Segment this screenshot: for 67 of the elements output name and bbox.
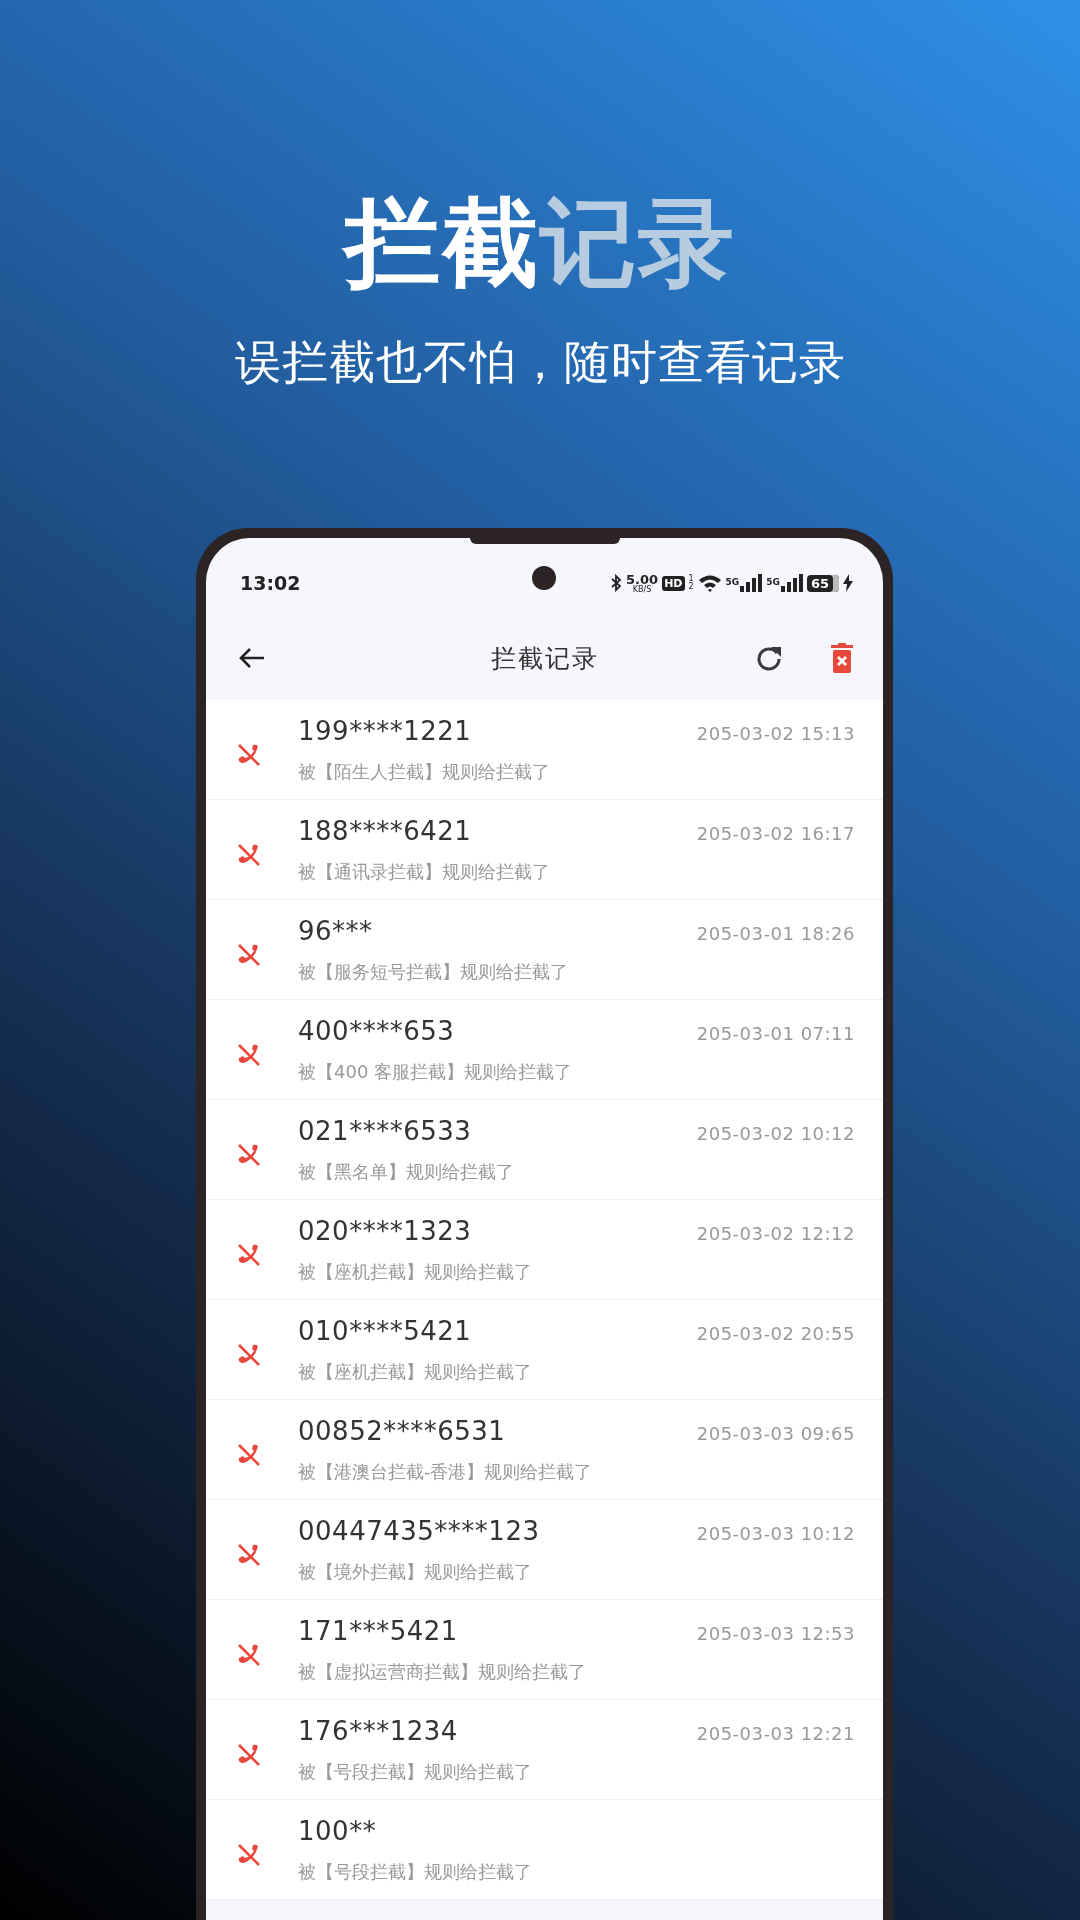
record-time: 205-03-03 12:21 (696, 1722, 855, 1744)
phone-number: 100** (298, 1815, 377, 1846)
record-time: 205-03-02 12:12 (696, 1222, 855, 1244)
hero-subtitle: 误拦截也不怕，随时查看记录 (234, 334, 846, 391)
phone-number: 171***5421 (298, 1615, 458, 1646)
network-type: 5G (766, 576, 780, 587)
record-time: 205-03-03 09:65 (696, 1422, 855, 1444)
block-reason: 被【座机拦截】规则给拦截了 (298, 1359, 533, 1384)
record-row[interactable]: 199****1221 205-03-02 15:13 被【陌生人拦截】规则给拦截了 (206, 700, 883, 800)
record-row[interactable]: 020****1323 205-03-02 12:12 被【座机拦截】规则给拦截了 (206, 1200, 883, 1300)
bluetooth-icon (610, 574, 623, 592)
phone-number: 199****1221 (298, 715, 472, 746)
charging-icon (843, 574, 853, 592)
signal-icon (780, 574, 803, 592)
wifi-icon (697, 574, 722, 592)
record-time: 205-03-02 20:55 (696, 1322, 855, 1344)
phone-number: 96*** (298, 915, 373, 946)
block-reason: 被【号段拦截】规则给拦截了 (298, 1759, 533, 1784)
phone-number: 00447435****123 (298, 1515, 540, 1546)
network-speed: 5.00 (626, 572, 659, 586)
phone-number: 010****5421 (298, 1315, 472, 1346)
block-reason: 被【虚拟运营商拦截】规则给拦截了 (298, 1659, 587, 1684)
block-reason: 被【400 客服拦截】规则给拦截了 (298, 1059, 574, 1084)
phone-number: 188****6421 (298, 815, 472, 846)
refresh-icon[interactable] (755, 644, 783, 672)
block-reason: 被【陌生人拦截】规则给拦截了 (298, 759, 551, 784)
phone-number: 021****6533 (298, 1115, 472, 1146)
phone-number: 00852****6531 (298, 1415, 506, 1446)
record-row[interactable]: 176***1234 205-03-03 12:21 被【号段拦截】规则给拦截了 (206, 1700, 883, 1800)
block-reason: 被【通讯录拦截】规则给拦截了 (298, 859, 551, 884)
speed-unit: KB/S (632, 585, 652, 594)
record-row[interactable]: 100** 被【号段拦截】规则给拦截了 (206, 1800, 883, 1900)
record-row[interactable]: 010****5421 205-03-02 20:55 被【座机拦截】规则给拦截了 (206, 1300, 883, 1400)
delete-icon[interactable] (831, 643, 853, 673)
block-reason: 被【港澳台拦截-香港】规则给拦截了 (298, 1459, 594, 1484)
record-row[interactable]: 021****6533 205-03-02 10:12 被【黑名单】规则给拦截了 (206, 1100, 883, 1200)
block-reason: 被【号段拦截】规则给拦截了 (298, 1859, 533, 1884)
phone-number: 020****1323 (298, 1215, 472, 1246)
network-type: 5G (725, 576, 740, 587)
record-row[interactable]: 00852****6531 205-03-03 09:65 被【港澳台拦截-香港】规则给拦截了 (206, 1400, 883, 1500)
block-reason: 被【境外拦截】规则给拦截了 (298, 1559, 533, 1584)
phone-number: 400****653 (298, 1015, 455, 1046)
signal-icon (740, 574, 763, 592)
record-time: 205-03-02 10:12 (696, 1122, 855, 1144)
record-row[interactable]: 00447435****123 205-03-03 10:12 被【境外拦截】规则给拦截了 (206, 1500, 883, 1600)
page-title: 拦截记录 (490, 642, 599, 675)
camera-hole (532, 566, 556, 590)
record-time: 205-03-02 15:13 (696, 722, 855, 744)
block-reason: 被【黑名单】规则给拦截了 (298, 1159, 515, 1184)
record-time: 205-03-03 12:53 (696, 1622, 855, 1644)
back-icon[interactable] (238, 646, 266, 670)
hd-badge: HD (662, 575, 685, 591)
status-time: 13:02 (240, 572, 301, 594)
phone-number: 176***1234 (298, 1715, 458, 1746)
record-row[interactable]: 96*** 205-03-01 18:26 被【服务短号拦截】规则给拦截了 (206, 900, 883, 1000)
sim-number: 1 (688, 575, 694, 583)
record-time: 205-03-01 07:11 (696, 1022, 855, 1044)
block-reason: 被【服务短号拦截】规则给拦截了 (298, 959, 569, 984)
record-row[interactable]: 171***5421 205-03-03 12:53 被【虚拟运营商拦截】规则给拦截了 (206, 1600, 883, 1700)
record-time: 205-03-02 16:17 (696, 822, 855, 844)
battery-indicator: 65 (806, 574, 839, 592)
sim-number: 2 (688, 583, 694, 591)
record-row[interactable]: 400****653 205-03-01 07:11 被【400 客服拦截】规则给拦截了 (206, 1000, 883, 1100)
record-time: 205-03-03 10:12 (696, 1522, 855, 1544)
block-reason: 被【座机拦截】规则给拦截了 (298, 1259, 533, 1284)
record-row[interactable]: 188****6421 205-03-02 16:17 被【通讯录拦截】规则给拦截了 (206, 800, 883, 900)
record-time: 205-03-01 18:26 (696, 922, 855, 944)
